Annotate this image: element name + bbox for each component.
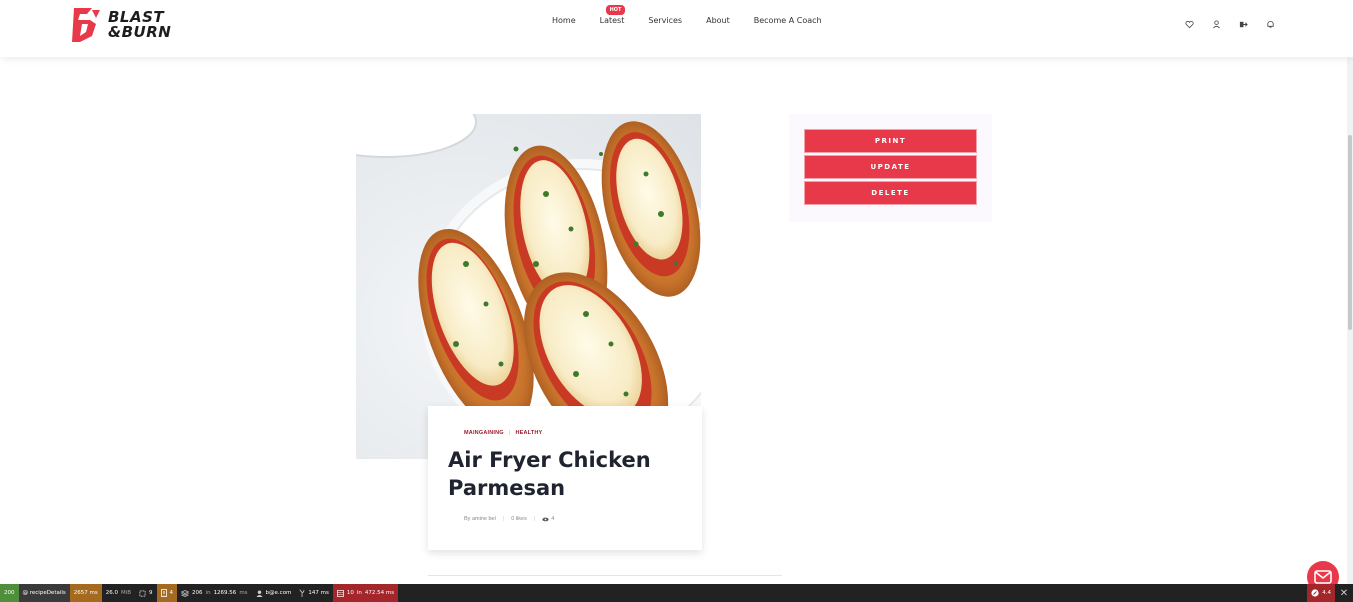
category-tag[interactable]: HEALTHY	[515, 430, 542, 436]
debug-route-value: @ recipeDetails	[22, 590, 66, 596]
debug-toolbar: 200 @ recipeDetails 2657 ms 26.0 MiB 9 4…	[0, 584, 1353, 602]
nav-item-services[interactable]: Services	[636, 16, 694, 25]
brand-wordmark: BLAST &BURN	[108, 10, 171, 40]
recipe-views: 4	[542, 516, 554, 522]
recipe-meta: By amine bel | 0 likes | 4	[464, 516, 682, 522]
debug-time[interactable]: 2657 ms	[69, 584, 102, 602]
recipe-card: MAINGAINING | HEALTHY Air Fryer Chicken …	[428, 406, 702, 550]
category-tag[interactable]: MAINGAINING	[464, 430, 504, 436]
debug-symfony-version[interactable]: 4.4	[1307, 584, 1335, 602]
user-icon[interactable]	[1212, 16, 1221, 29]
recipe-categories: MAINGAINING | HEALTHY	[464, 430, 682, 436]
debug-memory-value: 26.0	[105, 590, 118, 596]
page-scrollbar[interactable]	[1347, 0, 1353, 584]
debug-forms-value: 9	[149, 590, 153, 596]
logo-mark-icon	[72, 8, 100, 42]
debug-cache-time: 1269.56	[213, 590, 237, 596]
header-icons	[1185, 16, 1275, 29]
database-icon	[336, 589, 344, 597]
debug-route[interactable]: @ recipeDetails	[18, 584, 70, 602]
recipe-likes: 0 likes	[511, 516, 527, 522]
nav-item-latest-label: Latest	[599, 16, 625, 25]
mail-icon	[1314, 570, 1332, 584]
delete-button[interactable]: DELETE	[804, 181, 977, 205]
bell-icon[interactable]	[1266, 16, 1275, 28]
debug-warnings[interactable]: 4	[156, 584, 178, 602]
debug-warnings-value: 4	[169, 590, 174, 596]
hot-badge: HOT	[605, 5, 626, 15]
scrollbar-thumb[interactable]	[1348, 135, 1352, 330]
print-button[interactable]: PRINT	[804, 129, 977, 153]
nav-item-become-a-coach[interactable]: Become A Coach	[742, 16, 834, 25]
main-nav: Home Latest HOT Services About Become A …	[540, 5, 834, 25]
debug-status-code[interactable]: 200	[0, 584, 19, 602]
debug-cache-unit: ms	[239, 590, 248, 596]
nav-item-about[interactable]: About	[694, 16, 742, 25]
warning-icon	[160, 589, 167, 597]
meta-separator: |	[533, 516, 536, 522]
layers-icon	[181, 589, 190, 597]
user-icon	[255, 589, 263, 597]
meta-separator: |	[502, 516, 505, 522]
debug-toolbar-right: 4.4 ✕	[1307, 584, 1353, 602]
eye-icon	[542, 517, 549, 521]
close-icon[interactable]: ✕	[1335, 584, 1353, 602]
debug-db-in: in	[356, 590, 362, 596]
heart-icon[interactable]	[1185, 16, 1194, 29]
debug-cache-in: in	[205, 590, 211, 596]
debug-status-value: 200	[4, 590, 15, 596]
category-separator: |	[508, 430, 511, 436]
update-button[interactable]: UPDATE	[804, 155, 977, 179]
debug-user[interactable]: b@e.com	[251, 584, 296, 602]
debug-time-value: 2657 ms	[73, 590, 98, 596]
nav-item-home[interactable]: Home	[540, 16, 588, 25]
debug-twig-value: 147 ms	[308, 590, 329, 596]
debug-twig[interactable]: 147 ms	[295, 584, 333, 602]
content-divider	[428, 575, 782, 576]
brand-line-2: &BURN	[108, 23, 172, 41]
form-icon	[139, 589, 146, 597]
debug-user-value: b@e.com	[265, 590, 292, 596]
debug-cache-count: 206	[192, 590, 203, 596]
recipe-actions-panel: PRINT UPDATE DELETE	[789, 114, 992, 222]
brand-logo[interactable]: BLAST &BURN	[70, 6, 171, 44]
recipe-views-count: 4	[551, 516, 555, 522]
twig-icon	[300, 589, 305, 597]
debug-db-time: 472.54 ms	[364, 590, 395, 596]
debug-forms[interactable]: 9	[135, 584, 157, 602]
debug-db-count: 10	[346, 590, 354, 596]
debug-memory[interactable]: 26.0 MiB	[101, 584, 136, 602]
debug-cache[interactable]: 206 in 1269.56 ms	[177, 584, 252, 602]
nav-item-latest[interactable]: Latest HOT	[588, 5, 637, 25]
symfony-icon	[1311, 589, 1319, 597]
recipe-author: By amine bel	[464, 516, 496, 522]
logout-icon[interactable]	[1239, 16, 1248, 28]
debug-database[interactable]: 10 in 472.54 ms	[332, 584, 399, 602]
debug-memory-unit: MiB	[121, 590, 132, 596]
recipe-title: Air Fryer Chicken Parmesan	[448, 448, 651, 500]
debug-version-value: 4.4	[1322, 590, 1331, 596]
site-header: BLAST &BURN Home Latest HOT Services Abo…	[0, 0, 1353, 57]
